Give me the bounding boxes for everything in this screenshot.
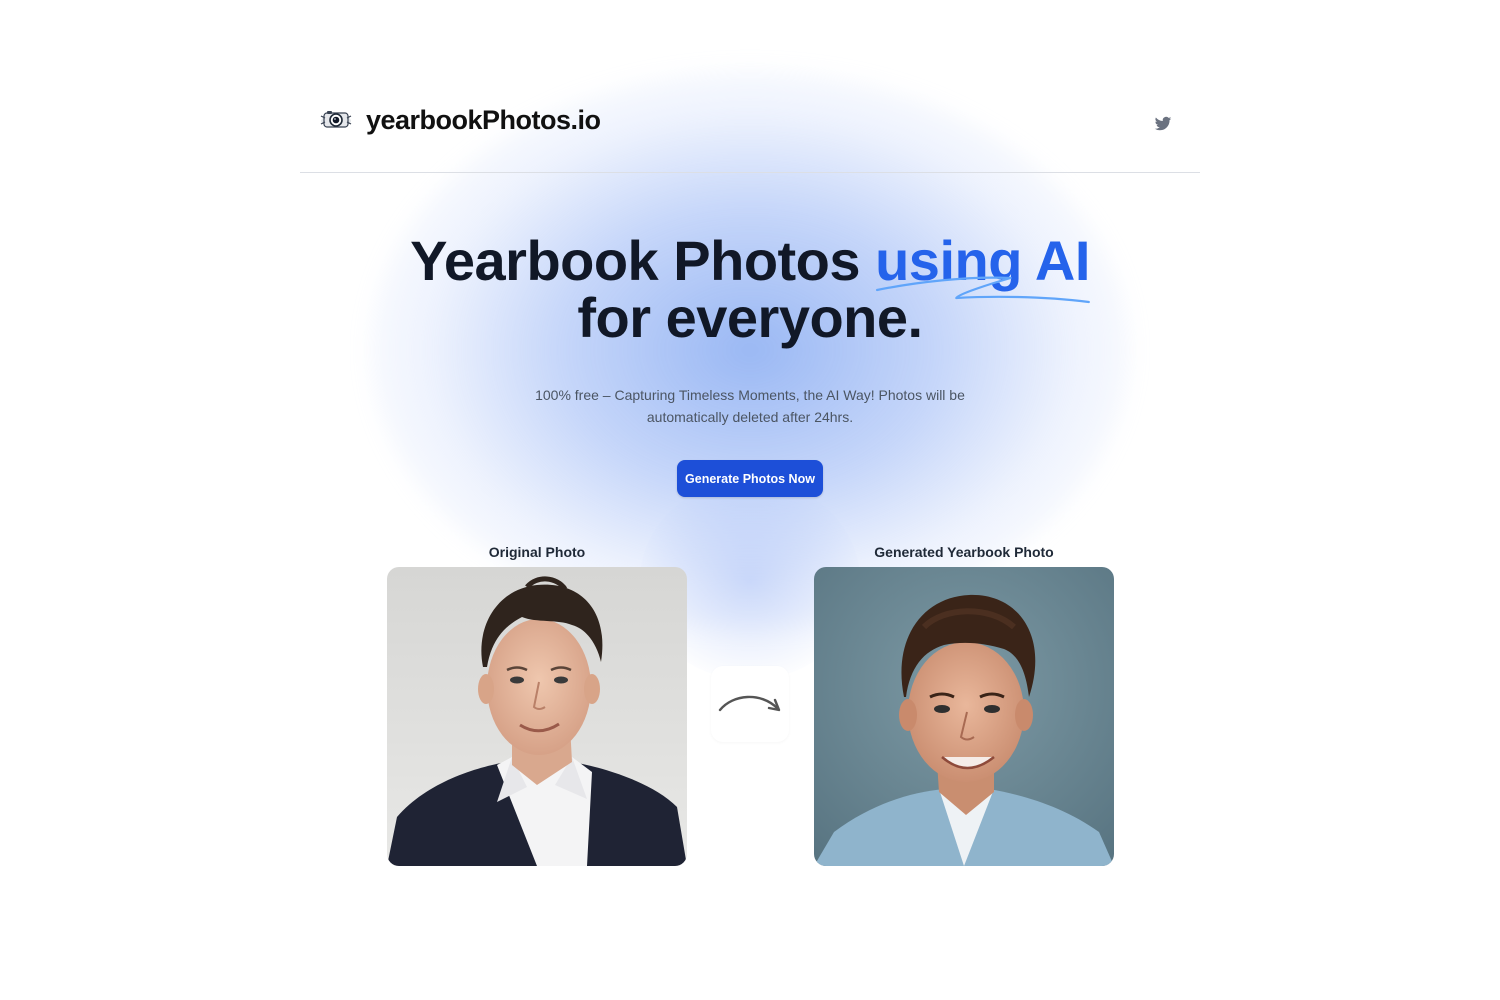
camera-lens-icon [318, 102, 354, 138]
twitter-link[interactable] [1154, 115, 1172, 133]
brand-link[interactable]: yearbookPhotos.io [318, 102, 601, 138]
transform-arrow-box [711, 666, 789, 742]
scribble-underline [876, 276, 1091, 304]
hero-subtitle: 100% free – Capturing Timeless Moments, … [535, 387, 965, 425]
original-photo-caption: Original Photo [488, 544, 586, 560]
generated-photo-caption: Generated Yearbook Photo [874, 544, 1054, 560]
hero-title-part2: for everyone. [577, 286, 923, 349]
hero-title: Yearbook Photos using AI for everyone. [0, 232, 1500, 346]
twitter-icon [1154, 116, 1172, 137]
page: yearbookPhotos.io Yearbook Photos using … [0, 0, 1500, 1000]
original-photo [387, 567, 687, 866]
brand-name: yearbookPhotos.io [366, 104, 601, 135]
hero-title-part1: Yearbook Photos [410, 229, 876, 292]
site-header: yearbookPhotos.io [300, 80, 1200, 173]
generate-photos-button[interactable]: Generate Photos Now [677, 460, 823, 497]
curved-arrow-right-icon [718, 695, 781, 712]
generated-yearbook-photo [814, 567, 1114, 866]
hero-title-accent: using AI [875, 232, 1090, 304]
